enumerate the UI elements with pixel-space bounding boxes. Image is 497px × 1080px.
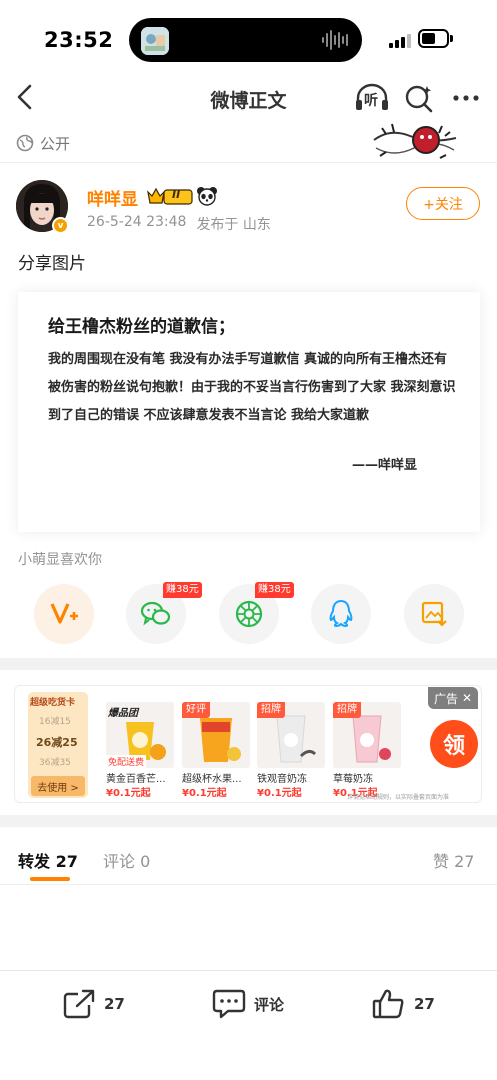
- thumbs-up-icon: [372, 989, 404, 1019]
- like-button[interactable]: 27: [372, 986, 435, 1022]
- active-tab-indicator: [30, 877, 70, 881]
- coupon-line-3: 36减35: [39, 758, 71, 768]
- product-price: ¥0.1元起: [106, 788, 151, 799]
- product-tag: 好评: [182, 702, 210, 718]
- follow-button[interactable]: +关注: [406, 187, 480, 220]
- product-name: 草莓奶冻: [333, 774, 373, 785]
- save-image-icon: [421, 601, 447, 627]
- rank-label: II: [172, 188, 181, 201]
- coupon-use-button[interactable]: 去使用 >: [31, 776, 85, 796]
- tab-like-label: 赞: [433, 852, 450, 871]
- battery-tip: [450, 35, 453, 42]
- visibility-label: 公开: [40, 134, 71, 153]
- listen-label: 听: [364, 93, 378, 109]
- close-icon: ✕: [462, 691, 473, 705]
- product-price: ¥0.1元起: [257, 788, 302, 799]
- earn-badge-wechat: 赚38元: [163, 582, 202, 598]
- coupon-card[interactable]: 超级吃货卡 16减15 26减25 36减35 去使用 >: [28, 692, 88, 798]
- divider: [0, 970, 497, 971]
- product-tag: 招牌: [333, 702, 361, 718]
- repost-button[interactable]: 27: [62, 986, 125, 1022]
- product-name: 超级杯水果...: [182, 774, 242, 785]
- section-separator: [0, 815, 497, 827]
- product-logo: 爆品团: [108, 708, 138, 719]
- share-arrow-icon: [63, 989, 96, 1019]
- coupon-header: 超级吃货卡: [30, 698, 76, 708]
- share-qq-button[interactable]: [311, 584, 371, 644]
- letter-body: 我的周围现在没有笔 我没有办法手写道歉信 真诚的向所有王橹杰还有被伤害的粉丝说句…: [48, 352, 456, 423]
- post-image[interactable]: 给王橹杰粉丝的道歉信； 我的周围现在没有笔 我没有办法手写道歉信 真诚的向所有王…: [18, 292, 480, 532]
- ad-close-button[interactable]: 广告 ✕: [428, 687, 479, 709]
- tab-repost-count: 27: [55, 852, 78, 871]
- verified-badge: v: [52, 217, 69, 234]
- post-location: 发布于 山东: [196, 217, 271, 233]
- panda-icon: [196, 186, 218, 206]
- save-image-button[interactable]: [404, 584, 464, 644]
- moments-icon: [235, 600, 263, 628]
- like-count: 27: [414, 995, 435, 1013]
- tab-like[interactable]: 赞 27: [433, 848, 474, 872]
- section-separator: [0, 658, 497, 670]
- earn-badge-moments: 赚38元: [255, 582, 294, 598]
- coupon-line-1: 16减15: [39, 717, 71, 727]
- decorative-sticker: [370, 118, 460, 164]
- more-button[interactable]: [448, 82, 484, 114]
- search-button[interactable]: [402, 82, 436, 114]
- comment-button[interactable]: 评论: [212, 986, 284, 1022]
- dynamic-island[interactable]: [129, 18, 362, 62]
- tab-comment[interactable]: 评论 0: [103, 848, 150, 872]
- share-weibo-button[interactable]: [34, 584, 94, 644]
- search-icon: [405, 85, 433, 113]
- globe-icon: [16, 134, 34, 152]
- now-playing-artwork: [141, 27, 169, 55]
- cellular-signal-icon: [389, 32, 411, 48]
- status-time: 23:52: [44, 28, 114, 52]
- divider: [0, 884, 497, 885]
- product-name: 黄金百香芒...: [106, 774, 166, 785]
- product-tag: 招牌: [257, 702, 285, 718]
- status-bar: 23:52: [0, 0, 497, 78]
- visibility-row: 公开: [16, 131, 70, 155]
- repost-count: 27: [104, 995, 125, 1013]
- tab-comment-count: 0: [140, 852, 151, 871]
- claim-button[interactable]: 领: [430, 720, 478, 768]
- tab-like-count: 27: [454, 852, 475, 871]
- coupon-line-2: 26减25: [36, 736, 78, 749]
- letter-signature: ——咩咩显: [352, 458, 418, 473]
- tab-comment-label: 评论: [103, 852, 136, 871]
- divider: [0, 162, 497, 163]
- post-date: 26-5-24 23:48: [87, 214, 187, 230]
- ad-banner[interactable]: 超级吃货卡 16减15 26减25 36减35 去使用 > 爆品团 免配送费 黄…: [14, 685, 482, 803]
- more-icon: [453, 95, 479, 101]
- wechat-icon: [140, 601, 171, 626]
- weibo-v-plus-icon: [50, 603, 78, 624]
- author-name[interactable]: 咩咩显: [87, 185, 138, 210]
- audio-waveform-icon: [322, 28, 348, 52]
- battery-icon: [418, 29, 449, 48]
- tab-repost[interactable]: 转发 27: [18, 848, 78, 872]
- letter-title: 给王橹杰粉丝的道歉信；: [48, 317, 235, 337]
- post-meta: 26-5-24 23:48 发布于 山东: [87, 214, 271, 234]
- qq-icon: [329, 599, 353, 628]
- post-text: 分享图片: [18, 254, 86, 274]
- tab-repost-label: 转发: [18, 852, 51, 871]
- product-name: 铁观音奶冻: [257, 774, 307, 785]
- member-rank-badge[interactable]: II: [146, 186, 194, 206]
- listen-button[interactable]: 听: [354, 82, 390, 114]
- comment-icon: [212, 989, 246, 1019]
- liked-by-text: 小萌显喜欢你: [18, 552, 102, 568]
- product-subtag: 免配送费: [106, 755, 147, 768]
- product-price: ¥0.1元起: [182, 788, 227, 799]
- comment-label: 评论: [254, 995, 285, 1014]
- ad-label: 广告: [434, 691, 459, 706]
- ad-footnote: 详情见活动规则，以实际叠套页面为准: [347, 794, 450, 801]
